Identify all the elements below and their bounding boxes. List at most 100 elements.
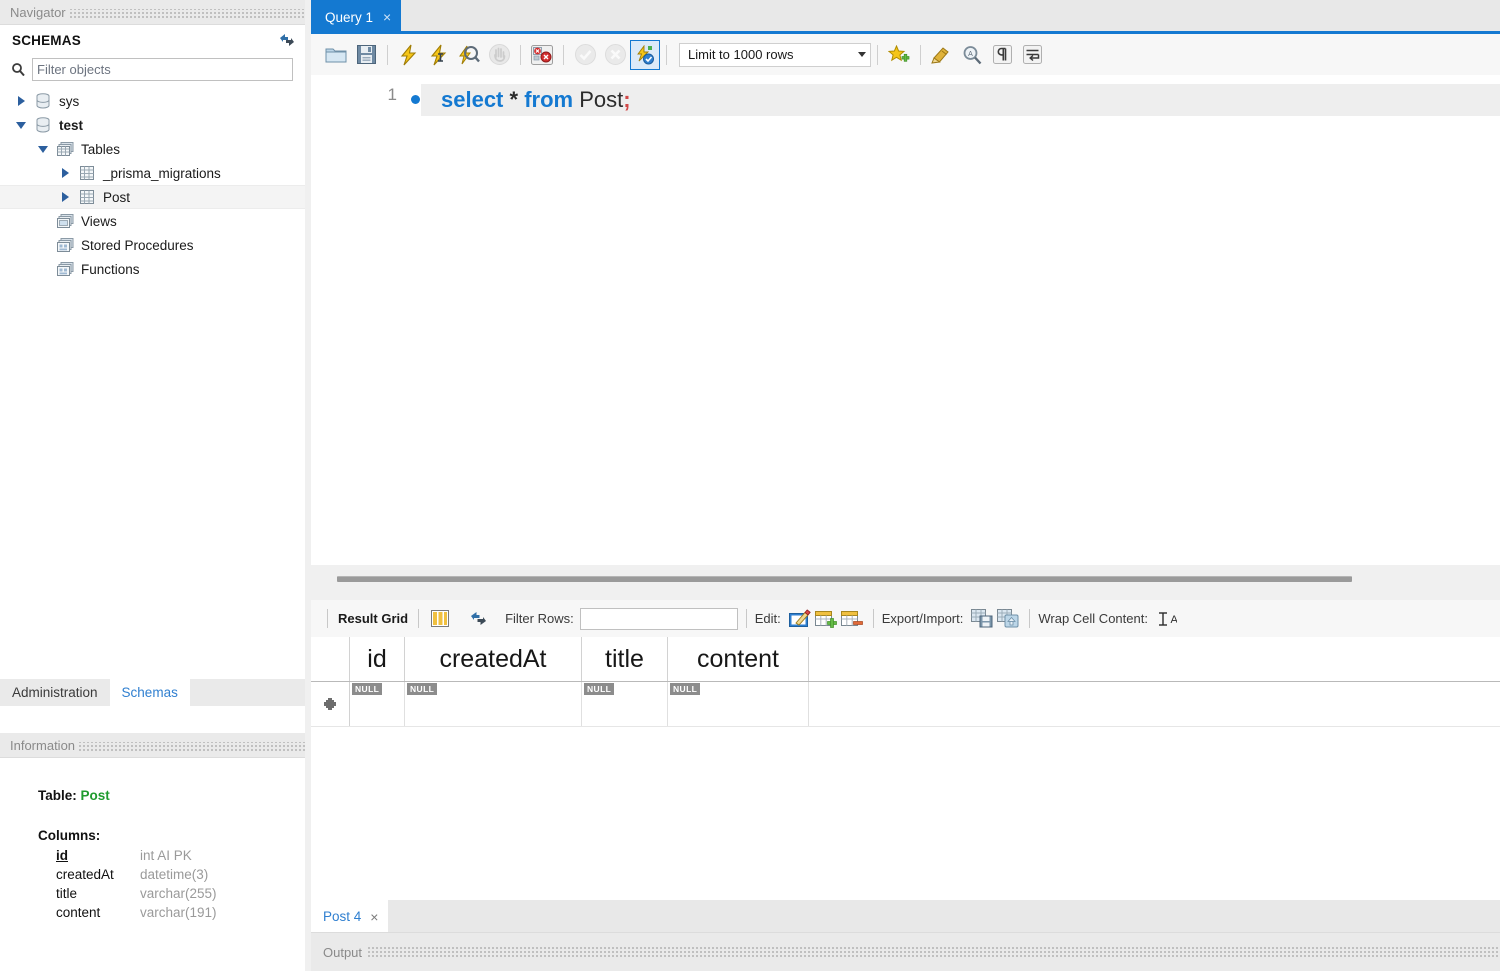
- chevron-right-icon[interactable]: [54, 168, 76, 178]
- tab-post-4[interactable]: Post 4 ×: [311, 900, 389, 933]
- tree-node-stored-procedures[interactable]: Stored Procedures: [0, 233, 305, 257]
- chevron-down-icon[interactable]: [32, 145, 54, 153]
- beautify-query-button[interactable]: [927, 40, 957, 70]
- cell-id[interactable]: NULL: [350, 682, 405, 726]
- save-sql-script-button[interactable]: [351, 40, 381, 70]
- explain-query-button[interactable]: [454, 40, 484, 70]
- table-icon: [76, 190, 98, 204]
- navigator-header-dots: [68, 8, 305, 19]
- editor-results-splitter[interactable]: [311, 565, 1500, 600]
- chevron-down-icon[interactable]: [10, 121, 32, 129]
- column-header-content[interactable]: content: [668, 637, 809, 681]
- sql-token-star: *: [509, 87, 519, 112]
- open-sql-script-button[interactable]: [321, 40, 351, 70]
- sql-token-keyword: select: [441, 87, 504, 112]
- sql-editor-toolbar: Limit to 1000 rows A: [311, 34, 1500, 76]
- sql-code-line[interactable]: select * from Post;: [441, 83, 631, 117]
- result-grid-corner-cell: [311, 637, 350, 681]
- toolbar-separator: [387, 44, 388, 65]
- information-column-row: createdAt datetime(3): [38, 865, 305, 884]
- commit-button: [570, 40, 600, 70]
- splitter-grip[interactable]: [337, 576, 1352, 582]
- filter-objects-input[interactable]: [32, 57, 293, 81]
- tree-node-tables[interactable]: Tables: [0, 137, 305, 161]
- information-table-label: Table:: [38, 788, 77, 803]
- column-type: varchar(191): [140, 905, 217, 920]
- output-header-dots: [367, 947, 1500, 957]
- find-button[interactable]: A: [957, 40, 987, 70]
- statement-marker-icon: [411, 95, 420, 104]
- chevron-down-icon[interactable]: [858, 52, 866, 57]
- new-row-icon: [324, 698, 336, 710]
- toggle-word-wrap-button[interactable]: [1017, 40, 1047, 70]
- sidebar-tab-administration[interactable]: Administration: [0, 679, 110, 706]
- row-limit-dropdown[interactable]: Limit to 1000 rows: [679, 42, 871, 67]
- save-snippet-button[interactable]: [884, 40, 914, 70]
- navigator-title: Navigator: [10, 4, 66, 20]
- toolbar-separator: [920, 44, 921, 65]
- cell-content[interactable]: NULL: [668, 682, 809, 726]
- toggle-invisible-chars-button[interactable]: [987, 40, 1017, 70]
- execute-statement-button[interactable]: [394, 40, 424, 70]
- column-header-id[interactable]: id: [350, 637, 405, 681]
- routines-folder-icon: [54, 238, 76, 252]
- cell-createdat[interactable]: NULL: [405, 682, 582, 726]
- tree-node-sys[interactable]: sys: [0, 89, 305, 113]
- tab-post-4-label: Post 4: [323, 909, 362, 924]
- refresh-icon[interactable]: [279, 33, 295, 47]
- row-marker-cell[interactable]: [311, 682, 350, 726]
- schemas-title: SCHEMAS: [12, 32, 81, 48]
- delete-row-icon[interactable]: [839, 606, 865, 632]
- result-grid[interactable]: id createdAt title content NULL NULL NUL…: [311, 637, 1500, 900]
- table-row[interactable]: NULL NULL NULL NULL: [311, 682, 1500, 727]
- column-header-createdat[interactable]: createdAt: [405, 637, 582, 681]
- tree-node-prisma-migrations[interactable]: _prisma_migrations: [0, 161, 305, 185]
- tree-node-post[interactable]: Post: [0, 185, 305, 209]
- column-header-title[interactable]: title: [582, 637, 668, 681]
- main-area: Query 1 × Limit to 1000 rows A 1 select …: [311, 0, 1500, 971]
- result-tab-strip: Post 4 ×: [311, 900, 1500, 933]
- information-header-dots: [78, 741, 305, 752]
- autocommit-toggle-button[interactable]: [630, 39, 660, 70]
- close-icon[interactable]: ×: [370, 909, 378, 925]
- sql-token-identifier: Post: [579, 87, 624, 112]
- tree-node-views[interactable]: Views: [0, 209, 305, 233]
- sql-token-semicolon: ;: [623, 87, 631, 112]
- form-editor-icon[interactable]: [427, 606, 453, 632]
- navigator-sidebar: Navigator SCHEMAS Filter objects sys tes…: [0, 0, 305, 971]
- execute-current-statement-button[interactable]: [424, 40, 454, 70]
- tree-node-functions[interactable]: Functions: [0, 257, 305, 281]
- insert-row-icon[interactable]: [813, 606, 839, 632]
- tree-node-label: Functions: [81, 261, 140, 277]
- refresh-icon[interactable]: [465, 606, 491, 632]
- views-folder-icon: [54, 214, 76, 228]
- sql-editor[interactable]: 1 select * from Post;: [311, 75, 1500, 565]
- toolbar-separator: [327, 609, 328, 628]
- tree-node-label: Stored Procedures: [81, 237, 194, 253]
- chevron-right-icon[interactable]: [54, 192, 76, 202]
- tree-node-test[interactable]: test: [0, 113, 305, 137]
- cell-title[interactable]: NULL: [582, 682, 668, 726]
- close-icon[interactable]: ×: [383, 10, 391, 24]
- chevron-right-icon[interactable]: [10, 96, 32, 106]
- edit-cell-icon[interactable]: [787, 606, 813, 632]
- search-icon: [10, 61, 26, 77]
- information-body: Table: Post Columns: id int AI PK create…: [0, 758, 305, 922]
- column-type: varchar(255): [140, 886, 217, 901]
- export-import-label: Export/Import:: [881, 611, 964, 626]
- tree-node-label: sys: [59, 93, 80, 109]
- export-recordset-icon[interactable]: [969, 606, 995, 632]
- query-tab-strip: Query 1 ×: [311, 0, 1500, 34]
- wrap-cell-icon[interactable]: A: [1154, 606, 1180, 632]
- toggle-stop-on-error-button[interactable]: [527, 40, 557, 70]
- svg-text:A: A: [968, 51, 973, 58]
- tab-underline: [311, 31, 1500, 34]
- filter-rows-input[interactable]: [579, 607, 738, 630]
- import-recordset-icon[interactable]: [995, 606, 1021, 632]
- table-icon: [76, 166, 98, 180]
- sidebar-tab-schemas[interactable]: Schemas: [109, 679, 190, 706]
- tab-query-1[interactable]: Query 1 ×: [311, 0, 402, 34]
- column-name: id: [56, 848, 68, 863]
- toolbar-separator: [877, 44, 878, 65]
- information-table-name: Post: [80, 788, 110, 803]
